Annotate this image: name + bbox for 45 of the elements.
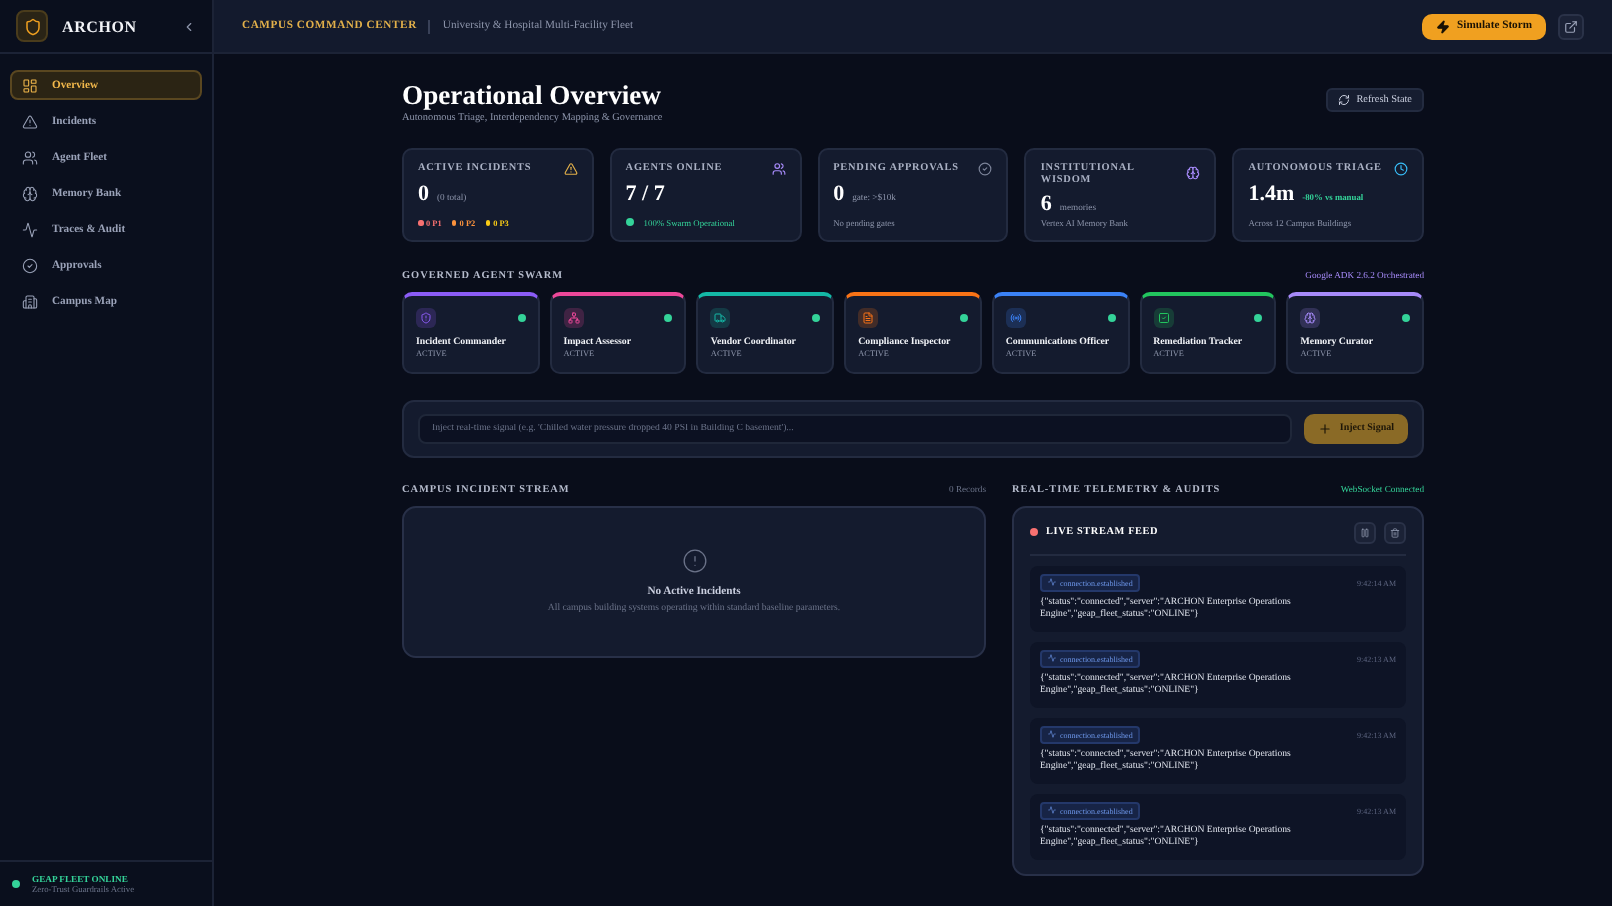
activity-icon <box>1048 730 1056 739</box>
live-dot <box>1030 528 1038 537</box>
stat-value: 1.4m <box>1248 181 1295 206</box>
collapse-icon[interactable] <box>182 19 196 33</box>
clock-icon <box>1394 161 1408 176</box>
dashboard-icon <box>22 77 38 93</box>
radio-icon <box>1005 307 1026 328</box>
brain-icon <box>1186 166 1201 181</box>
trash-icon <box>1390 527 1400 538</box>
page-title: Operational Overview <box>402 82 663 112</box>
pause-button[interactable] <box>1354 521 1376 544</box>
alert-icon <box>681 548 707 575</box>
external-link-button[interactable] <box>1558 13 1584 39</box>
brain-icon <box>1300 307 1321 328</box>
stat-value: 6 <box>1040 191 1052 216</box>
warning-icon <box>22 113 38 129</box>
stat-value: 7 / 7 <box>625 181 665 206</box>
check-circle-icon <box>978 161 993 176</box>
shield-logo-icon <box>16 10 48 42</box>
external-link-icon <box>1564 19 1578 33</box>
pause-icon <box>1360 527 1370 538</box>
users-icon <box>22 149 38 165</box>
network-icon <box>563 307 584 328</box>
brain-icon <box>22 185 38 201</box>
lightning-icon <box>1435 19 1450 33</box>
shield-icon <box>416 307 436 328</box>
refresh-icon <box>1338 94 1351 106</box>
activity-icon <box>22 221 38 237</box>
activity-icon <box>1048 654 1056 663</box>
activity-icon <box>1048 578 1056 587</box>
stat-value: 0 <box>833 181 845 206</box>
brand-name: ARCHON <box>62 17 139 35</box>
delete-button[interactable] <box>1384 521 1406 544</box>
users-icon <box>771 161 786 176</box>
document-icon <box>858 307 879 328</box>
check-circle-icon <box>22 257 38 273</box>
check-square-icon <box>1153 307 1174 328</box>
status-dot <box>625 218 634 227</box>
stat-value: 0 <box>418 181 429 206</box>
truck-icon <box>710 307 731 328</box>
status-dot <box>12 880 20 888</box>
building-icon <box>22 293 38 309</box>
warning-icon <box>563 161 578 176</box>
plus-icon <box>1317 421 1332 436</box>
activity-icon <box>1048 806 1056 815</box>
